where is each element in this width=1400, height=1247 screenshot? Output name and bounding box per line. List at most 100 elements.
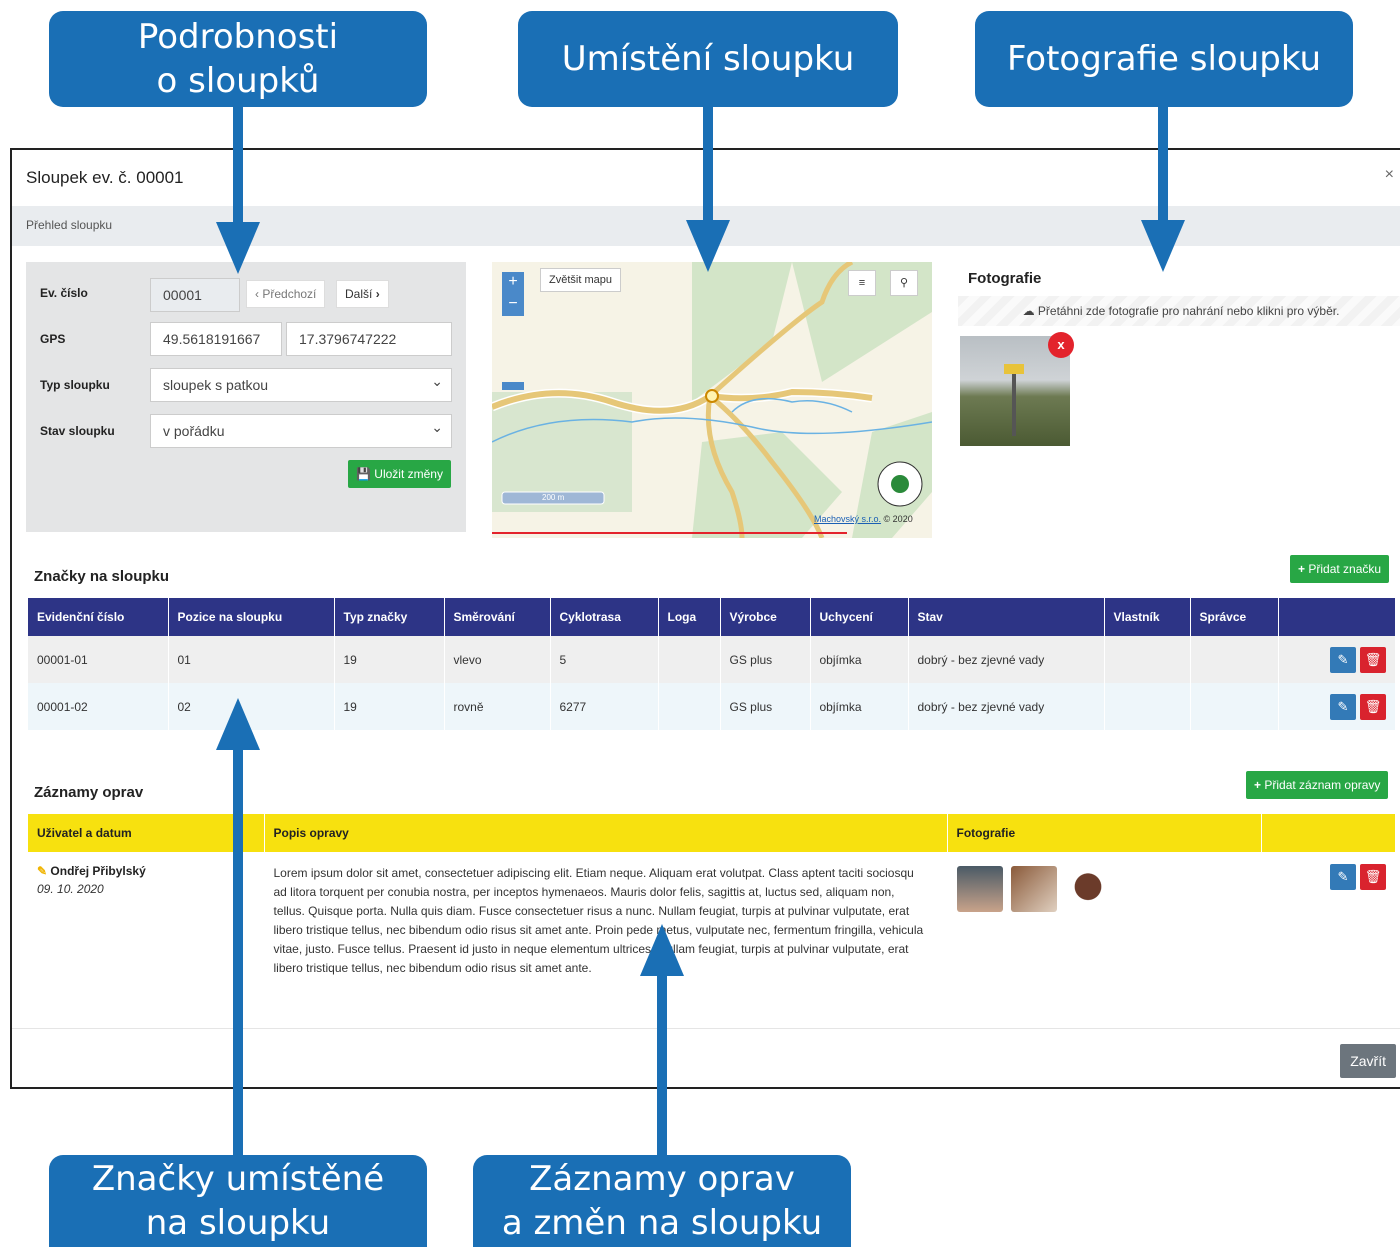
cell-sign-type: 19: [334, 683, 445, 730]
post-photo-pole: [1012, 366, 1016, 436]
cell-manufacturer: GS plus: [720, 636, 811, 683]
repair-photo-3[interactable]: [1064, 866, 1111, 912]
map-scale: 200 m: [542, 493, 565, 502]
callout-repairs-line2: a změn na sloupku: [501, 1203, 823, 1243]
cell-direction: rovně: [444, 683, 551, 730]
zoom-slider-thumb[interactable]: [502, 382, 524, 390]
ev-number-field[interactable]: 00001: [150, 278, 240, 312]
footer-divider: [12, 1028, 1400, 1029]
cell-administrator: [1190, 636, 1279, 683]
col-sign-type: Typ značky: [334, 598, 445, 636]
type-label: Typ sloupku: [40, 378, 110, 392]
col-ev-number: Evidenční číslo: [28, 598, 169, 636]
callout-repairs-line1: Záznamy oprav: [529, 1159, 795, 1199]
state-select[interactable]: v pořádku: [150, 414, 452, 448]
details-panel: Ev. číslo 00001 ‹ Předchozí Další › GPS …: [26, 262, 466, 532]
col-direction: Směrování: [444, 598, 551, 636]
pencil-icon: ✎: [1337, 869, 1349, 884]
cell-cycle-route: 5: [550, 636, 659, 683]
zoom-in-button[interactable]: +: [502, 272, 524, 294]
save-button[interactable]: 💾 Uložit změny: [348, 460, 451, 488]
cell-sign-type: 19: [334, 636, 445, 683]
user-line: ✎ Ondřej Přibylský: [37, 864, 255, 878]
repairs-title: Záznamy oprav: [34, 784, 144, 801]
col-mounting: Uchycení: [810, 598, 909, 636]
cell-actions: ✎ 🗑: [1261, 852, 1396, 982]
edit-repair-button[interactable]: ✎: [1330, 864, 1356, 890]
delete-photo-button[interactable]: x: [1048, 332, 1074, 358]
layers-icon: ≡: [858, 277, 866, 289]
pencil-user-icon: ✎: [37, 864, 48, 878]
col-cycle-route: Cyklotrasa: [550, 598, 659, 636]
add-repair-button[interactable]: + Přidat záznam opravy: [1246, 771, 1389, 799]
enlarge-map-button[interactable]: Zvětšit mapu: [540, 268, 621, 292]
callout-repairs: Záznamy oprav a změn na sloupku: [473, 1155, 851, 1247]
edit-sign-button[interactable]: ✎: [1330, 693, 1356, 720]
repair-user: Ondřej Přibylský: [50, 864, 146, 878]
trash-icon: 🗑: [1364, 698, 1382, 714]
gps-lon-field[interactable]: 17.3796747222: [286, 322, 452, 356]
pencil-icon: ✎: [1337, 651, 1349, 667]
post-photo-sign: [1004, 364, 1024, 374]
arrow-location-head: [686, 220, 730, 272]
cell-direction: vlevo: [444, 636, 551, 683]
signs-header-row: Evidenční číslo Pozice na sloupku Typ zn…: [28, 598, 1396, 636]
trash-icon: 🗑: [1364, 651, 1382, 667]
prev-button[interactable]: ‹ Předchozí: [246, 280, 326, 308]
cell-actions: ✎ 🗑: [1278, 636, 1396, 683]
attribution-link[interactable]: Machovský s.r.o.: [814, 514, 881, 524]
delete-sign-button[interactable]: 🗑: [1360, 646, 1386, 673]
cell-user-date: ✎ Ondřej Přibylský 09. 10. 2020: [28, 852, 265, 982]
type-select[interactable]: sloupek s patkou: [150, 368, 452, 402]
close-icon[interactable]: ×: [1385, 166, 1394, 184]
gps-lat-field[interactable]: 49.5618191667: [150, 322, 282, 356]
floppy-icon: 💾: [356, 467, 371, 481]
photos-title: Fotografie: [968, 270, 1042, 287]
search-icon: ⚲: [899, 277, 909, 289]
delete-sign-button[interactable]: 🗑: [1360, 693, 1386, 720]
zoom-out-button[interactable]: −: [502, 294, 524, 316]
next-label: Další: [345, 287, 373, 301]
cell-mounting: objímka: [810, 636, 909, 683]
dropzone-text: Přetáhni zde fotografie pro nahrání nebo…: [1037, 304, 1340, 318]
col-logos: Loga: [658, 598, 721, 636]
map-search-button[interactable]: ⚲: [890, 270, 918, 296]
arrow-details-head: [216, 222, 260, 274]
photo-dropzone[interactable]: ☁ Přetáhni zde fotografie pro nahrání ne…: [958, 296, 1400, 326]
callout-details-line2: o sloupků: [156, 61, 320, 101]
col-owner: Vlastník: [1104, 598, 1191, 636]
cell-manufacturer: GS plus: [720, 683, 811, 730]
modal-title: Sloupek ev. č. 00001: [26, 168, 184, 187]
cell-ev-number: 00001-02: [28, 683, 169, 730]
cell-owner: [1104, 636, 1191, 683]
map[interactable]: + − Zvětšit mapu ≡ ⚲ 200 m Machovský s.r…: [492, 262, 932, 538]
callout-photo: Fotografie sloupku: [975, 11, 1353, 107]
ev-label: Ev. číslo: [40, 286, 88, 300]
repair-photo-2[interactable]: [1010, 866, 1057, 912]
pencil-icon: ✎: [1337, 698, 1349, 714]
close-button[interactable]: Zavřít: [1340, 1044, 1396, 1078]
repair-photo-1[interactable]: [956, 866, 1003, 912]
arrow-repairs-shaft: [657, 968, 667, 1157]
cloud-upload-icon: ☁: [1022, 304, 1035, 318]
edit-sign-button[interactable]: ✎: [1330, 646, 1356, 673]
callout-location-text: Umístění sloupku: [561, 39, 855, 79]
signs-title: Značky na sloupku: [34, 568, 170, 585]
post-modal: Sloupek ev. č. 00001 × Přehled sloupku E…: [10, 148, 1400, 1089]
prev-label: Předchozí: [262, 287, 317, 301]
next-button[interactable]: Další ›: [336, 280, 389, 308]
save-label: Uložit změny: [374, 467, 443, 481]
state-select-value: v pořádku: [163, 423, 225, 439]
add-sign-button[interactable]: + Přidat značku: [1290, 555, 1390, 583]
add-repair-label: Přidat záznam opravy: [1264, 778, 1381, 792]
col-description: Popis opravy: [264, 814, 948, 852]
col-actions: [1261, 814, 1396, 852]
gps-label: GPS: [40, 332, 66, 346]
col-photos: Fotografie: [947, 814, 1262, 852]
arrow-repairs-head: [640, 924, 684, 976]
layers-button[interactable]: ≡: [848, 270, 876, 296]
arrow-location-shaft: [703, 107, 713, 231]
delete-repair-button[interactable]: 🗑: [1360, 864, 1386, 890]
arrow-signs-head: [216, 698, 260, 750]
add-sign-label: Přidat značku: [1308, 562, 1382, 576]
